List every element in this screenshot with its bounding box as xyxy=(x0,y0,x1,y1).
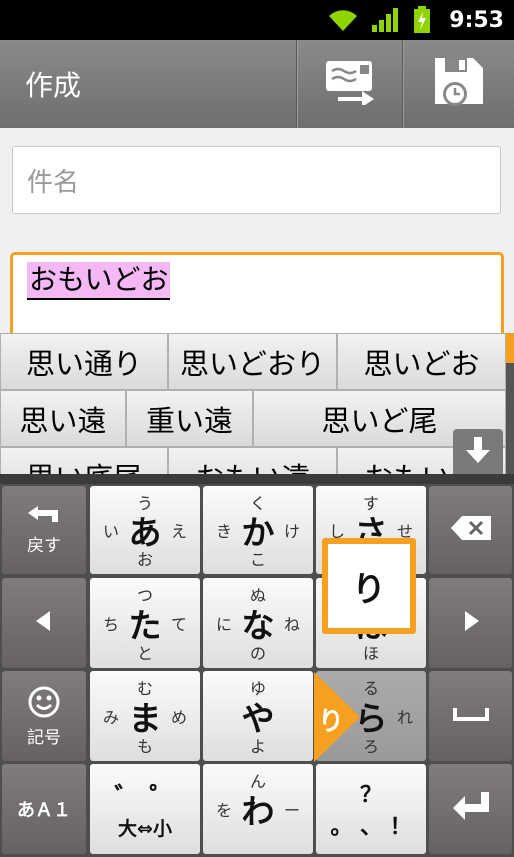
subject-field[interactable]: 件名 xyxy=(12,146,501,214)
candidate-item[interactable]: 思い通り xyxy=(0,333,168,390)
dakuten-key[interactable]: ゛ ゜ 大⇔小 xyxy=(90,764,200,854)
backspace-key[interactable] xyxy=(429,486,512,574)
flick-right-char: ね xyxy=(283,615,300,634)
candidate-row: 思い遠 重い遠 思いど尾 xyxy=(0,390,506,447)
space-icon xyxy=(452,706,489,726)
space-key[interactable] xyxy=(429,671,512,761)
flick-right-char: ー xyxy=(283,801,300,820)
punctuation-top-label: ？ xyxy=(359,783,382,808)
page-title: 作成 xyxy=(25,69,82,102)
flick-direction-indicator: り xyxy=(314,672,360,762)
status-bar: 9:53 xyxy=(0,0,514,40)
key-ya[interactable]: ゆやよ xyxy=(203,671,313,761)
collapse-candidates-button[interactable] xyxy=(453,429,503,475)
save-draft-icon xyxy=(433,56,485,112)
key-a[interactable]: ういあえお xyxy=(90,486,200,574)
key-na[interactable]: ぬになねの xyxy=(203,578,313,668)
composing-text: おもいどお xyxy=(27,262,171,300)
key-ka[interactable]: くきかけこ xyxy=(203,486,313,574)
flick-right-char: め xyxy=(170,708,187,727)
flick-char: り xyxy=(318,707,345,737)
flick-down-char: こ xyxy=(249,550,266,569)
flick-down-char: と xyxy=(136,644,153,663)
candidate-item[interactable]: 重い遠 xyxy=(126,390,253,447)
flick-right-char: え xyxy=(170,522,187,541)
key-ta[interactable]: つちたてと xyxy=(90,578,200,668)
input-mode-label: あＡ１ xyxy=(17,800,71,821)
candidate-row: 思い底尾 おもい遠 おもいど xyxy=(0,447,506,475)
signal-icon xyxy=(371,5,401,35)
candidate-list: 思い通り 思いどおり 思いどお 思い遠 重い遠 思いど尾 思い底尾 おもい遠 お… xyxy=(0,333,514,475)
arrow-down-icon xyxy=(463,435,493,469)
candidate-item[interactable]: おもい遠 xyxy=(168,447,337,475)
symbol-key[interactable]: 記号 xyxy=(2,671,86,761)
save-draft-button[interactable] xyxy=(402,40,514,128)
flick-down-char: ほ xyxy=(362,644,379,663)
size-toggle-label: 大⇔小 xyxy=(118,818,172,840)
candidate-item[interactable]: 思い遠 xyxy=(0,390,126,447)
enter-icon xyxy=(451,790,491,828)
message-body-field[interactable]: おもいどお xyxy=(10,252,504,342)
send-mail-icon xyxy=(324,59,376,109)
candidate-item[interactable]: 思い底尾 xyxy=(0,447,168,475)
flick-right-char: け xyxy=(283,522,300,541)
candidate-scrollbar[interactable] xyxy=(506,333,514,475)
candidate-row: 思い通り 思いどおり 思いどお xyxy=(0,333,506,390)
candidate-item[interactable]: 思いどお xyxy=(337,333,506,390)
dakuten-label: ゛ ゜ xyxy=(114,783,176,813)
symbol-label: 記号 xyxy=(27,727,61,748)
screen: 9:53 作成 件名 おもいどお 思い通り 思いどおり 思いどお 思い遠 重い遠… xyxy=(0,0,514,857)
undo-label: 戻す xyxy=(27,535,61,556)
action-bar: 作成 xyxy=(0,40,514,128)
backspace-icon xyxy=(450,515,492,545)
clock: 9:53 xyxy=(449,7,504,33)
key-preview-char: り xyxy=(328,544,410,628)
subject-placeholder: 件名 xyxy=(27,167,80,198)
wifi-icon xyxy=(327,5,359,35)
smiley-icon xyxy=(27,685,61,723)
candidate-item[interactable]: 思いどおり xyxy=(168,333,337,390)
undo-icon xyxy=(24,505,64,531)
cursor-right-key[interactable] xyxy=(429,578,512,668)
key-wa[interactable]: んをわー xyxy=(203,764,313,854)
arrow-left-icon xyxy=(34,609,54,637)
punctuation-bottom-label: 。 、 ！ xyxy=(330,815,412,840)
enter-key[interactable] xyxy=(429,764,512,854)
flick-down-char: の xyxy=(249,644,266,663)
cursor-left-key[interactable] xyxy=(2,578,86,668)
undo-key[interactable]: 戻す xyxy=(2,486,86,574)
key-preview-popup: り xyxy=(322,538,416,634)
flick-down-char: お xyxy=(136,550,153,569)
flick-down-char: よ xyxy=(249,737,266,756)
flick-right-char: れ xyxy=(396,708,413,727)
key-ma[interactable]: むみまめも xyxy=(90,671,200,761)
input-mode-key[interactable]: あＡ１ xyxy=(2,764,86,854)
arrow-right-icon xyxy=(461,609,481,637)
send-button[interactable] xyxy=(296,40,402,128)
flick-down-char: も xyxy=(136,737,153,756)
flick-right-char: て xyxy=(170,615,187,634)
battery-charging-icon xyxy=(413,5,431,35)
punctuation-key[interactable]: ？ 。 、 ！ xyxy=(316,764,426,854)
